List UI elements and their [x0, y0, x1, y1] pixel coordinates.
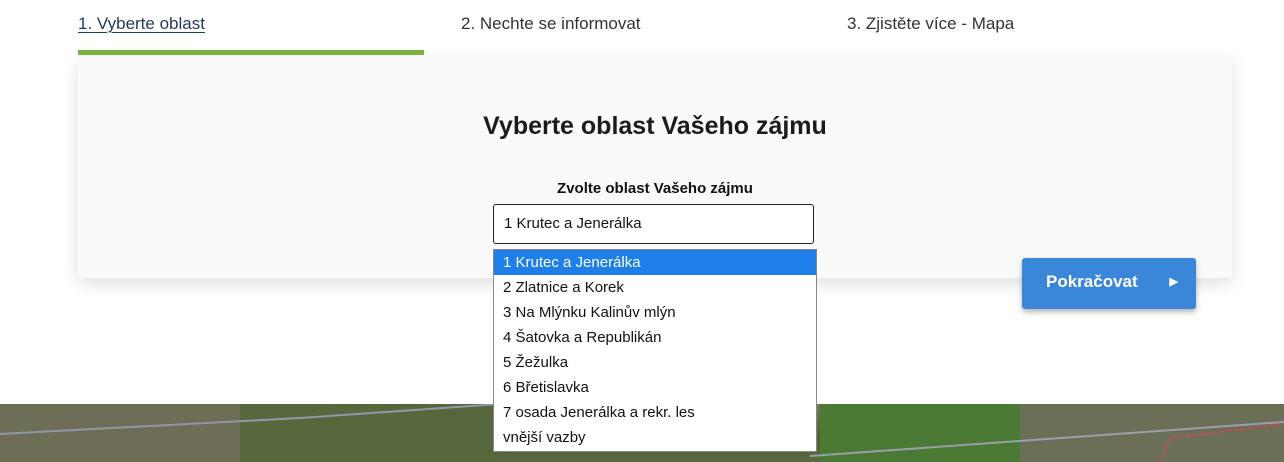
- caret-right-icon: ▶: [1169, 276, 1178, 288]
- dropdown-option[interactable]: 4 Šatovka a Republikán: [494, 325, 816, 350]
- dropdown-option[interactable]: vnější vazby: [494, 425, 816, 450]
- step-get-informed[interactable]: 2. Nechte se informovat: [461, 14, 641, 34]
- continue-button-label: Pokračovat: [1046, 272, 1138, 291]
- dropdown-option[interactable]: 2 Zlatnice a Korek: [494, 275, 816, 300]
- area-select-label: Zvolte oblast Vašeho zájmu: [557, 180, 753, 197]
- card-title: Vyberte oblast Vašeho zájmu: [483, 112, 827, 140]
- step-select-area[interactable]: 1. Vyberte oblast: [78, 14, 205, 34]
- area-dropdown-list[interactable]: 1 Krutec a Jenerálka 2 Zlatnice a Korek …: [493, 249, 817, 452]
- dropdown-option[interactable]: 3 Na Mlýnku Kalinův mlýn: [494, 300, 816, 325]
- active-step-indicator: [78, 50, 424, 55]
- dropdown-option[interactable]: 7 osada Jenerálka a rekr. les: [494, 400, 816, 425]
- dropdown-option[interactable]: 5 Žežulka: [494, 350, 816, 375]
- dropdown-option[interactable]: 1 Krutec a Jenerálka: [494, 250, 816, 275]
- continue-button[interactable]: Pokračovat ▶: [1022, 258, 1196, 309]
- step-map[interactable]: 3. Zjistěte více - Mapa: [847, 14, 1014, 34]
- dropdown-option[interactable]: 6 Břetislavka: [494, 375, 816, 400]
- selection-card: Vyberte oblast Vašeho zájmu Zvolte oblas…: [78, 56, 1232, 278]
- step-navigation: 1. Vyberte oblast 2. Nechte se informova…: [78, 0, 1232, 56]
- area-select[interactable]: 1 Krutec a Jenerálka: [493, 204, 814, 244]
